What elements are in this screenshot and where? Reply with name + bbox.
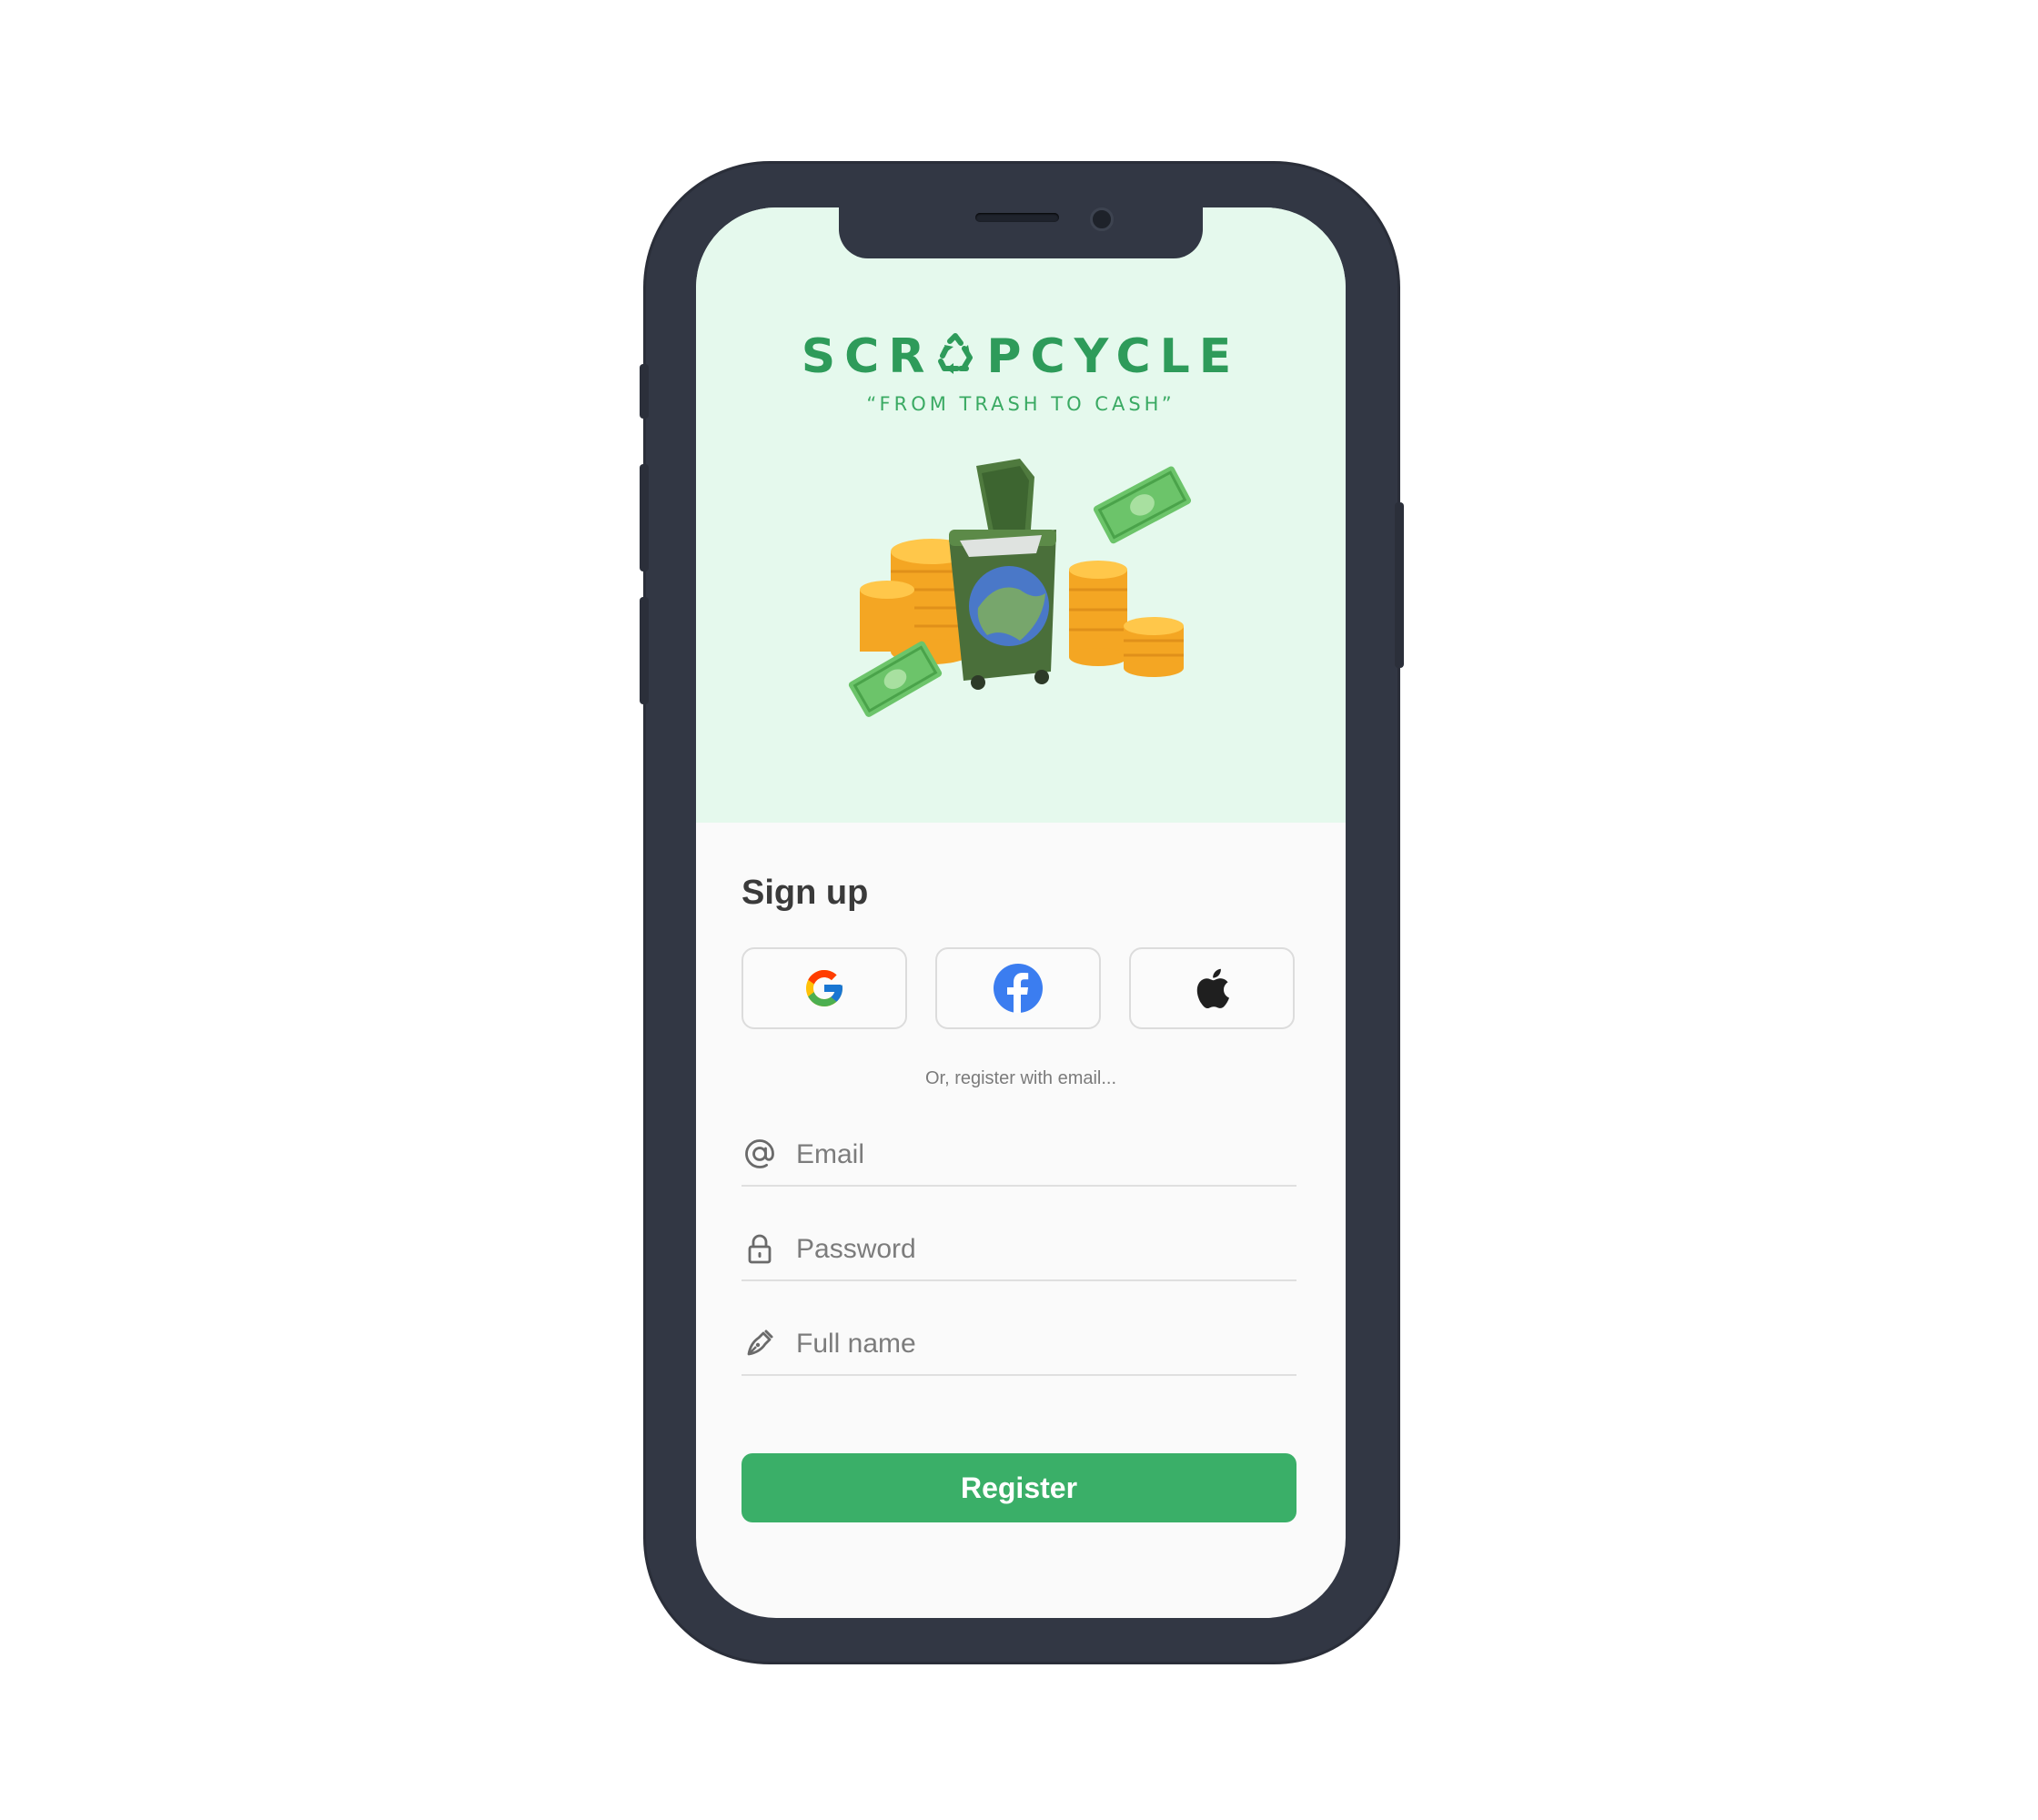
google-signup-button[interactable] <box>742 947 907 1029</box>
register-button[interactable]: Register <box>742 1453 1296 1522</box>
front-camera <box>1090 207 1114 231</box>
phone-power-button <box>1395 502 1404 668</box>
earpiece-speaker <box>975 213 1059 222</box>
signup-title: Sign up <box>742 874 869 912</box>
app-tagline: “FROM TRASH TO CASH” <box>866 393 1175 415</box>
phone-notch <box>839 207 1203 258</box>
app-logo: SCR PCYCLE <box>801 329 1241 384</box>
full-name-field <box>742 1310 1296 1376</box>
facebook-signup-button[interactable] <box>935 947 1101 1029</box>
coin-stack-right <box>1069 561 1127 666</box>
email-field <box>742 1121 1296 1187</box>
trash-to-cash-illustration <box>848 459 1192 717</box>
money-bill-top <box>1093 466 1192 544</box>
email-input[interactable] <box>794 1130 1289 1179</box>
register-with-email-divider: Or, register with email... <box>924 1068 1117 1088</box>
password-field <box>742 1216 1296 1281</box>
apple-icon <box>1196 968 1229 1009</box>
pen-icon <box>747 1330 773 1356</box>
recycle-icon <box>938 333 974 374</box>
at-icon <box>745 1139 774 1168</box>
phone-volume-down <box>640 597 649 704</box>
coin-stack-small <box>1124 617 1184 677</box>
coin-stack-far-left <box>860 581 914 652</box>
full-name-input[interactable] <box>794 1320 1289 1369</box>
app-screen: SCR PCYCLE “FROM TRASH TO CASH” Sign up … <box>696 207 1346 1618</box>
apple-signup-button[interactable] <box>1129 947 1295 1029</box>
facebook-icon <box>994 964 1043 1013</box>
google-icon <box>806 970 842 1006</box>
hero-banner: SCR PCYCLE “FROM TRASH TO CASH” <box>696 207 1346 823</box>
password-input[interactable] <box>794 1225 1289 1274</box>
lock-icon <box>748 1234 772 1264</box>
phone-volume-up <box>640 464 649 571</box>
phone-silent-switch <box>640 364 649 419</box>
trash-bin <box>949 459 1056 690</box>
